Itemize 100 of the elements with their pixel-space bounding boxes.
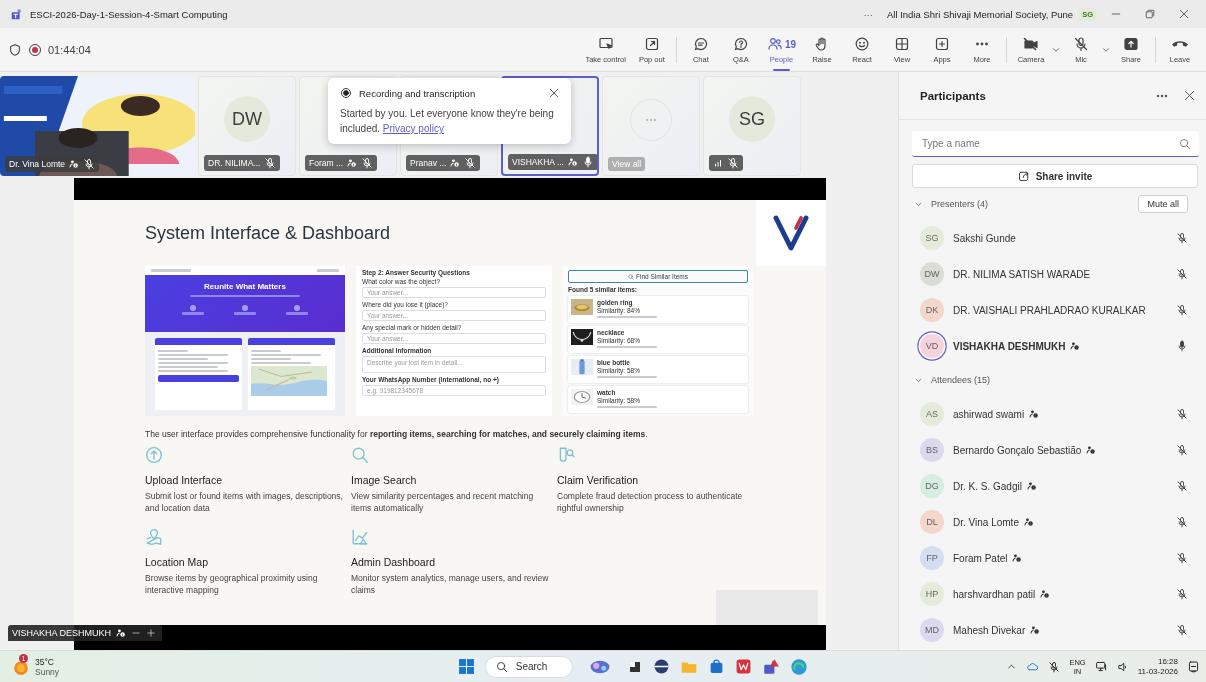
participant-name: Dr. Vina Lomte xyxy=(9,159,66,169)
avatar: MD xyxy=(920,618,944,642)
participant-name[interactable]: harshvardhan patil xyxy=(953,588,1036,600)
notification-icon xyxy=(1187,660,1200,673)
restore-icon xyxy=(1144,8,1156,20)
group-label: Presenters (4) xyxy=(931,199,989,209)
avatar: AS xyxy=(920,402,944,426)
participant-name[interactable]: Mahesh Divekar xyxy=(953,624,1026,636)
recording-icon xyxy=(340,87,352,99)
more-button[interactable]: ··· xyxy=(855,8,881,20)
participant-name[interactable]: Bernardo Gonçalo Sebastião xyxy=(953,444,1082,456)
participant-name[interactable]: Foram Patel xyxy=(953,552,1008,564)
close-icon xyxy=(1178,8,1190,20)
participant-name: DR. NILIMA... xyxy=(208,158,261,168)
taskbar-search[interactable]: Search xyxy=(484,655,573,678)
blurred-text xyxy=(597,375,657,378)
screen-cursor-icon xyxy=(597,36,614,52)
avatar: BS xyxy=(920,438,944,462)
badge-search-icon xyxy=(557,446,575,464)
app-logo-icon xyxy=(10,7,24,21)
feature-title: Admin Dashboard xyxy=(351,556,437,568)
plus-square-icon xyxy=(934,36,950,52)
search-icon xyxy=(628,273,634,280)
feature-description: Monitor system analytics, manage users, and review claims xyxy=(351,572,550,596)
blurred-text xyxy=(597,405,657,408)
close-icon xyxy=(1183,89,1196,102)
blurred-text xyxy=(234,312,256,315)
avatar: HP xyxy=(920,582,944,606)
feature-dot-icon xyxy=(294,304,300,311)
feature-title: Location Map xyxy=(145,556,210,568)
close-button[interactable] xyxy=(548,87,560,99)
participant-name[interactable]: DR. NILIMA SATISH WARADE xyxy=(953,268,1091,280)
screenshot-heading: Reunite What Matters xyxy=(204,282,286,292)
start-icon[interactable] xyxy=(457,658,475,675)
meeting-timer: 01:44:04 xyxy=(48,43,91,56)
phone-hangup-icon xyxy=(1172,41,1188,47)
document-app-icon xyxy=(734,658,752,675)
blurred-text xyxy=(597,345,657,348)
close-icon xyxy=(548,87,560,99)
blurred-text xyxy=(317,269,339,272)
upload-circle-icon xyxy=(145,446,163,464)
zoom-in-button[interactable] xyxy=(146,628,157,638)
search-icon xyxy=(1179,137,1191,150)
person-info-icon xyxy=(116,628,127,638)
slide-paragraph: The user interface provides comprehensive functionality for reporting items, searching for matches, and securely claiming items. xyxy=(145,429,649,440)
feature-description: View similarity percentages and recent matching items automatically xyxy=(351,490,535,514)
search-icon xyxy=(351,446,369,464)
shield-icon xyxy=(8,42,22,57)
grid-icon xyxy=(894,36,910,52)
person-info-icon xyxy=(69,159,80,169)
camera-off-icon xyxy=(1023,36,1039,52)
notification-message: Started by you. Let everyone know they're being included. Privacy policy xyxy=(340,107,555,136)
chat-icon xyxy=(692,36,709,52)
feature-description: Submit lost or found items with images, descriptions, and location data xyxy=(145,490,344,514)
people-icon xyxy=(766,36,783,52)
share-invite-button[interactable]: Share invite xyxy=(912,164,1198,188)
avatar: VD xyxy=(920,334,944,358)
feature-description: Complete fraud detection process to authenticate rightful ownership xyxy=(557,490,744,514)
group-label: Attendees (15) xyxy=(931,375,991,385)
participant-name[interactable]: Sakshi Gunde xyxy=(953,232,1016,244)
pop-out-icon xyxy=(643,36,660,52)
cloud-icon xyxy=(1026,660,1040,673)
participant-name[interactable]: DR. VAISHALI PRAHLADRAO KURALKAR xyxy=(953,304,1146,316)
speaker-icon xyxy=(1116,660,1129,673)
avatar: FP xyxy=(920,546,944,570)
privacy-policy-link[interactable]: Privacy policy xyxy=(382,123,444,134)
panel-title: Participants xyxy=(920,89,987,102)
participant-name[interactable]: VISHAKHA DESHMUKH xyxy=(953,340,1066,352)
weather-condition: Sunny xyxy=(35,666,60,677)
participant-name: VISHAKHA ... xyxy=(512,157,564,167)
presenter-name: VISHAKHA DESHMUKH xyxy=(12,628,112,638)
avatar: DW xyxy=(224,96,270,142)
person-info-icon xyxy=(347,158,357,168)
people-app-icon xyxy=(761,657,780,676)
notification-title: Recording and transcription xyxy=(359,87,476,99)
map-pin-icon xyxy=(145,528,163,546)
participant-name[interactable]: Dr. Vina Lomte xyxy=(953,516,1019,528)
participant-name[interactable]: ashirwad swami xyxy=(953,408,1025,420)
mute-all-button[interactable]: Mute all xyxy=(1138,195,1188,213)
feature-title: Upload Interface xyxy=(145,474,224,486)
avatar: DK xyxy=(920,298,944,322)
feature-description: Browse items by geographical proximity using interactive mapping xyxy=(145,572,319,596)
person-info-icon xyxy=(567,157,578,167)
person-info-icon xyxy=(450,158,461,168)
blurred-text xyxy=(182,312,204,315)
avatar: DL xyxy=(920,510,944,534)
smiley-icon xyxy=(854,36,870,52)
monitor-icon xyxy=(1094,660,1108,673)
mic-off-icon xyxy=(1073,36,1089,52)
mic-off-icon xyxy=(1048,660,1061,673)
taskbar-clock[interactable]: 16:28 11-03-2026 xyxy=(1137,656,1178,677)
question-bubble-icon xyxy=(732,36,749,52)
avatar: DG xyxy=(920,474,944,498)
feature-dot-icon xyxy=(190,304,196,311)
participant-name[interactable]: Dr. K. S. Gadgil xyxy=(953,480,1022,492)
search-icon xyxy=(495,660,508,673)
slide-title: System Interface & Dashboard xyxy=(145,222,391,244)
blurred-text xyxy=(151,269,191,272)
search-field[interactable]: Type a name xyxy=(912,131,1199,157)
blurred-text xyxy=(286,312,308,315)
